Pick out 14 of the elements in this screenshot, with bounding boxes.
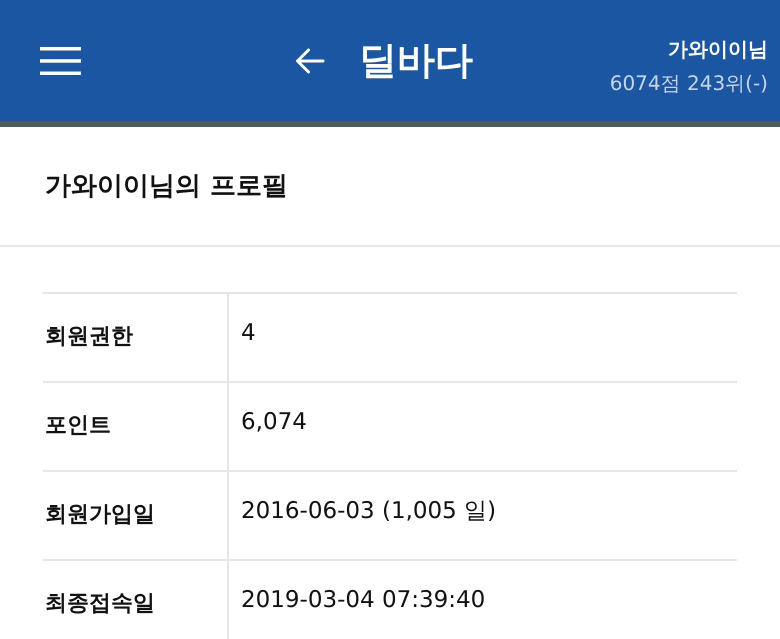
profile-title: 가와이이님의 프로필 bbox=[45, 170, 288, 203]
back-arrow-icon[interactable] bbox=[295, 48, 325, 74]
field-label: 회원권한 bbox=[43, 294, 229, 381]
user-name: 가와이이님 bbox=[668, 36, 768, 62]
field-value: 4 bbox=[240, 319, 257, 348]
menu-icon[interactable] bbox=[40, 46, 81, 74]
field-label: 포인트 bbox=[43, 383, 229, 470]
field-label: 회원가입일 bbox=[43, 472, 229, 559]
field-value: 2019-03-04 07:39:40 bbox=[240, 586, 486, 615]
site-title: 딜바다 bbox=[359, 38, 473, 84]
field-value: 6,074 bbox=[240, 408, 308, 437]
field-label: 최종접속일 bbox=[43, 561, 229, 639]
user-stats: 6074점 243위(-) bbox=[610, 70, 768, 96]
field-value: 2016-06-03 (1,005 일) bbox=[240, 497, 498, 526]
